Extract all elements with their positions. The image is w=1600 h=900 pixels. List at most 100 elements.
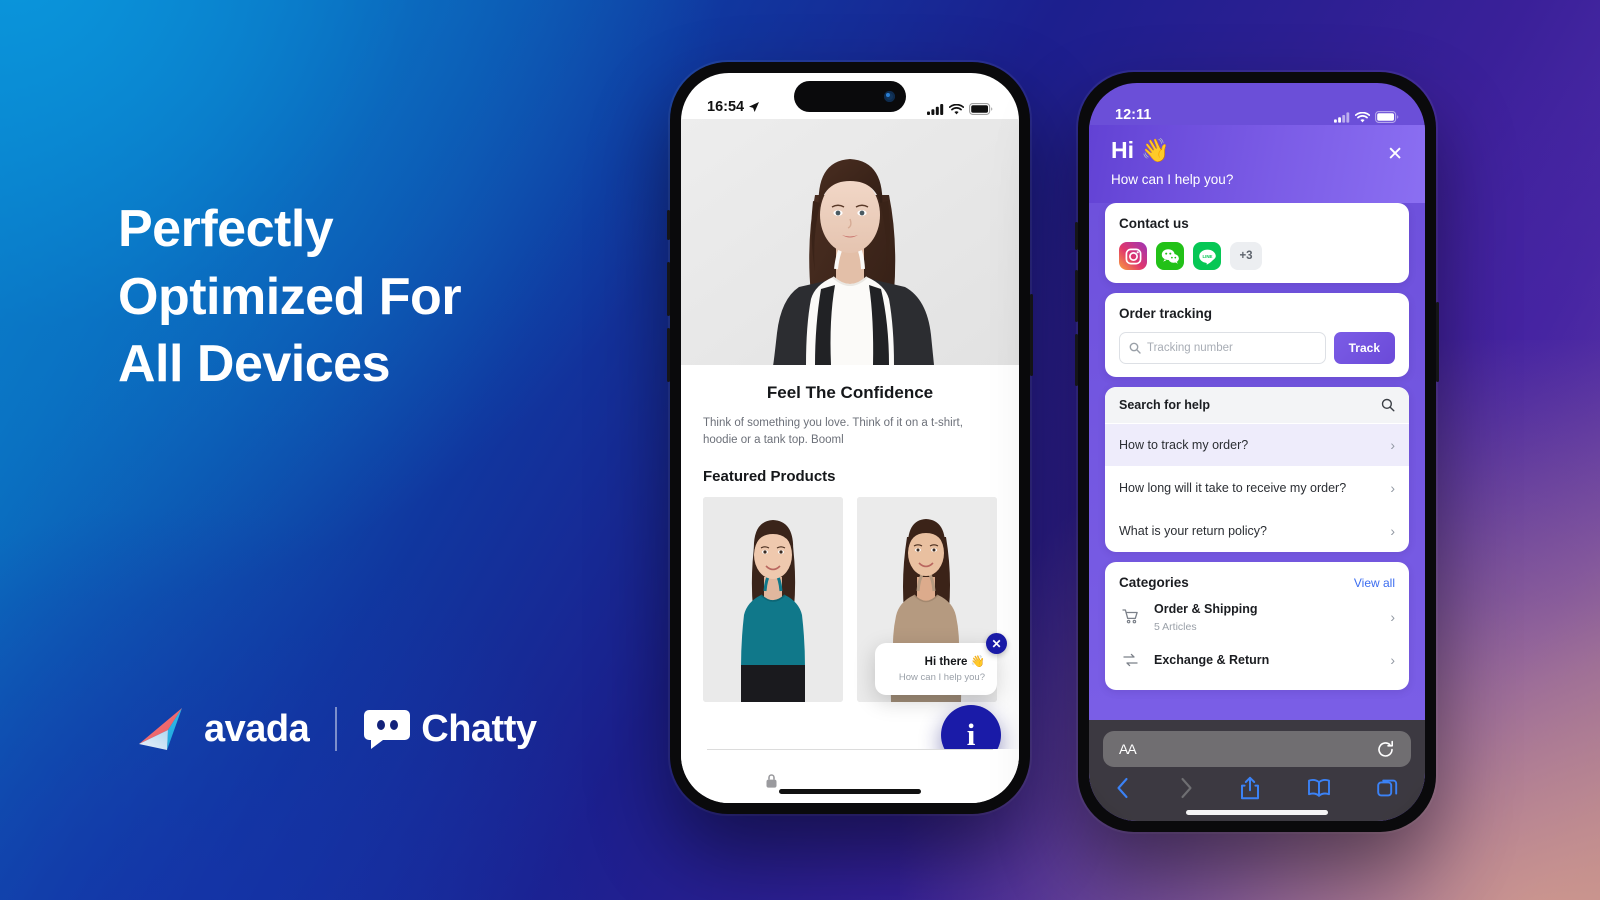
chat-panel-header: Hi 👋 How can I help you? ✕ (1089, 125, 1425, 203)
store-title: Feel The Confidence (766, 383, 934, 402)
home-indicator (779, 789, 921, 794)
more-channels-button[interactable]: +3 (1230, 242, 1262, 270)
category-text: Order & Shipping 5 Articles (1154, 600, 1377, 633)
wifi-icon (949, 103, 964, 114)
chevron-right-icon: › (1390, 480, 1395, 496)
track-button[interactable]: Track (1333, 332, 1395, 364)
category-name: Exchange & Return (1154, 653, 1270, 667)
product-card[interactable] (703, 497, 843, 703)
cart-glyph (1121, 609, 1138, 624)
product-photo-teal-tank (703, 497, 843, 703)
wifi-icon (1355, 111, 1370, 122)
avada-logo: avada (138, 706, 310, 752)
instagram-icon[interactable] (1119, 242, 1147, 270)
chat-popup-title: Hi there 👋 (887, 654, 985, 668)
chevron-right-icon[interactable] (1178, 777, 1194, 799)
category-row[interactable]: Order & Shipping 5 Articles › (1119, 590, 1395, 641)
battery-icon (1375, 111, 1399, 123)
chevron-right-icon: › (1390, 608, 1395, 625)
power-button[interactable] (1030, 294, 1033, 376)
lock-icon (766, 774, 777, 788)
volume-down-button[interactable] (667, 328, 670, 382)
safari-divider (707, 749, 993, 750)
dynamic-island (794, 81, 906, 112)
status-time: 12:11 (1115, 107, 1152, 123)
chatty-wordmark: Chatty (421, 707, 537, 750)
mute-switch[interactable] (667, 210, 670, 240)
address-bar[interactable]: AA (1103, 731, 1411, 767)
order-tracking-form: Tracking number Track (1119, 332, 1395, 364)
left-safari-bar (681, 749, 1019, 803)
contact-channel-list: LINE +3 (1119, 242, 1395, 270)
category-article-count: 5 Articles (1154, 621, 1197, 633)
tracking-number-placeholder: Tracking number (1147, 342, 1233, 354)
status-time-group: 16:54 (707, 99, 760, 115)
right-status-bar: 12:11 (1089, 83, 1425, 125)
share-icon[interactable] (1240, 776, 1260, 800)
right-safari-bar: AA (1089, 720, 1425, 821)
left-phone-screen: 16:54 Feel The Confidence Think of somet… (681, 73, 1019, 803)
line-icon[interactable]: LINE (1193, 242, 1221, 270)
category-row[interactable]: Exchange & Return › (1119, 641, 1395, 677)
chevron-right-icon: › (1390, 652, 1395, 668)
chat-greeting-text: Hi (1111, 137, 1134, 163)
order-tracking-title: Order tracking (1119, 306, 1213, 321)
power-button[interactable] (1436, 302, 1439, 382)
info-icon: i (966, 717, 976, 752)
wechat-glyph (1161, 248, 1179, 264)
chevron-left-icon[interactable] (1115, 777, 1131, 799)
line-glyph: LINE (1198, 249, 1216, 265)
chat-header-greeting: Hi 👋 (1111, 137, 1403, 164)
faq-label: What is your return policy? (1119, 524, 1267, 538)
volume-up-button[interactable] (1075, 270, 1078, 322)
headline-line-3: All Devices (118, 335, 391, 394)
left-phone-device: 16:54 Feel The Confidence Think of somet… (667, 62, 1033, 814)
waving-hand-icon: 👋 (1141, 137, 1170, 163)
chat-greeting-popup[interactable]: ✕ Hi there 👋 How can I help you? (875, 633, 1007, 695)
faq-label: How long will it take to receive my orde… (1119, 481, 1347, 495)
wechat-icon[interactable] (1156, 242, 1184, 270)
text-size-button[interactable]: AA (1119, 741, 1137, 757)
categories-header: Categories View all (1119, 575, 1395, 590)
chat-bubble-icon (364, 710, 411, 749)
battery-icon (969, 103, 993, 115)
page-headline: Perfectly Optimized For All Devices (118, 196, 638, 399)
help-search-bar[interactable]: Search for help (1105, 387, 1409, 423)
chatty-logo: Chatty (363, 707, 537, 751)
chat-panel-body[interactable]: Contact us LINE +3 Order tracking Tracki… (1089, 203, 1425, 720)
search-icon (1381, 398, 1395, 412)
status-icons (1334, 111, 1399, 123)
hero-image (681, 119, 1019, 365)
faq-item[interactable]: How to track my order? › (1105, 423, 1409, 466)
exchange-icon (1119, 652, 1141, 669)
instagram-glyph (1125, 248, 1141, 264)
tabs-icon[interactable] (1377, 777, 1399, 799)
waving-hand-icon: 👋 (970, 656, 985, 668)
chat-header-subtitle: How can I help you? (1111, 172, 1234, 187)
status-time: 16:54 (707, 99, 745, 115)
categories-title: Categories (1119, 575, 1189, 590)
featured-products-heading: Featured Products (703, 468, 836, 486)
location-arrow-icon (749, 102, 760, 112)
book-icon[interactable] (1307, 778, 1331, 798)
shopping-cart-icon (1119, 608, 1141, 625)
faq-item[interactable]: What is your return policy? › (1105, 509, 1409, 552)
brand-logos: avada Chatty (138, 706, 537, 752)
front-camera-icon (884, 91, 895, 102)
chat-popup-close-button[interactable]: ✕ (986, 633, 1007, 654)
hero-photo (681, 119, 1019, 365)
headline-line-1: Perfectly (118, 200, 334, 258)
tracking-number-input[interactable]: Tracking number (1119, 332, 1326, 364)
reload-icon[interactable] (1376, 740, 1395, 759)
mute-switch[interactable] (1075, 222, 1078, 250)
volume-down-button[interactable] (1075, 334, 1078, 386)
category-name: Order & Shipping (1154, 602, 1258, 616)
logo-divider (335, 707, 338, 751)
chevron-right-icon: › (1390, 437, 1395, 453)
view-all-link[interactable]: View all (1354, 576, 1395, 590)
close-icon[interactable]: ✕ (1387, 145, 1403, 164)
cellular-signal-icon (927, 103, 944, 115)
store-content: Feel The Confidence Think of something y… (681, 365, 1019, 803)
volume-up-button[interactable] (667, 262, 670, 316)
faq-item[interactable]: How long will it take to receive my orde… (1105, 466, 1409, 509)
